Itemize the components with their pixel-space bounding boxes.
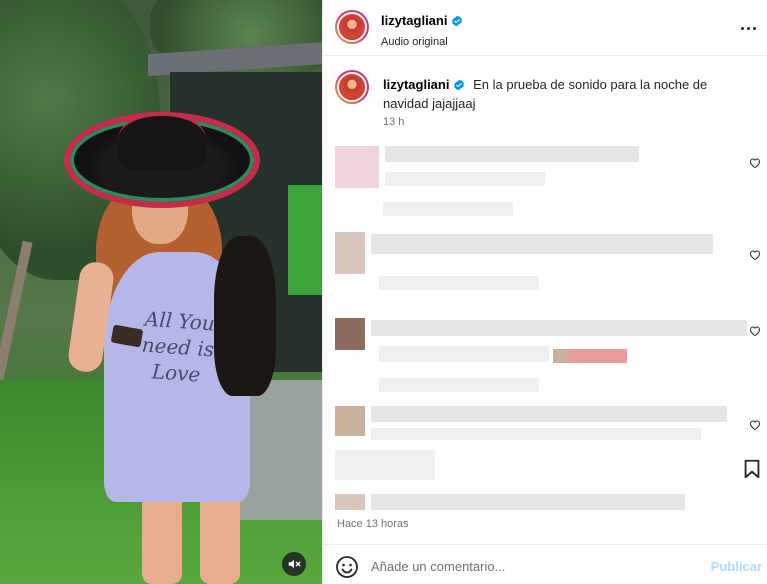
- heart-icon[interactable]: [749, 248, 761, 261]
- comment-bar: Publicar: [323, 544, 767, 584]
- speaker-muted-icon[interactable]: [282, 552, 306, 576]
- username-link[interactable]: lizytagliani: [381, 13, 447, 28]
- likes-count-blurred: [371, 494, 685, 510]
- woman-leg: [200, 490, 240, 584]
- post-header: lizytagliani Audio original: [323, 0, 767, 56]
- post-video[interactable]: All You need is Love: [0, 0, 322, 584]
- heart-icon[interactable]: [749, 156, 761, 169]
- avatar[interactable]: [335, 10, 369, 44]
- heart-icon[interactable]: [749, 324, 761, 337]
- caption-time[interactable]: 13 h: [383, 116, 404, 128]
- dog: [214, 236, 276, 396]
- likes-avatar-blurred: [335, 494, 365, 510]
- sombrero-crown: [118, 112, 206, 170]
- emoji-icon[interactable]: [335, 555, 359, 579]
- heart-icon[interactable]: [749, 418, 761, 431]
- green-wall: [288, 185, 322, 295]
- caption-username[interactable]: lizytagliani: [383, 77, 449, 92]
- audio-link[interactable]: Audio original: [381, 36, 463, 48]
- patio: [240, 380, 322, 520]
- woman-leg: [142, 490, 182, 584]
- post-panel: lizytagliani Audio original lizytagliani…: [322, 0, 767, 584]
- verified-badge-icon: [453, 78, 465, 95]
- bookmark-icon[interactable]: [741, 458, 763, 480]
- publish-button[interactable]: Publicar: [711, 559, 762, 574]
- more-options-icon[interactable]: [736, 18, 760, 38]
- verified-badge-icon: [451, 14, 463, 32]
- avatar[interactable]: [335, 70, 369, 104]
- author-info: lizytagliani Audio original: [381, 12, 463, 48]
- caption-text-block: lizytagliani En la prueba de sonido para…: [383, 76, 753, 112]
- post-timestamp[interactable]: Hace 13 horas: [337, 518, 409, 530]
- comment-input[interactable]: [371, 555, 691, 577]
